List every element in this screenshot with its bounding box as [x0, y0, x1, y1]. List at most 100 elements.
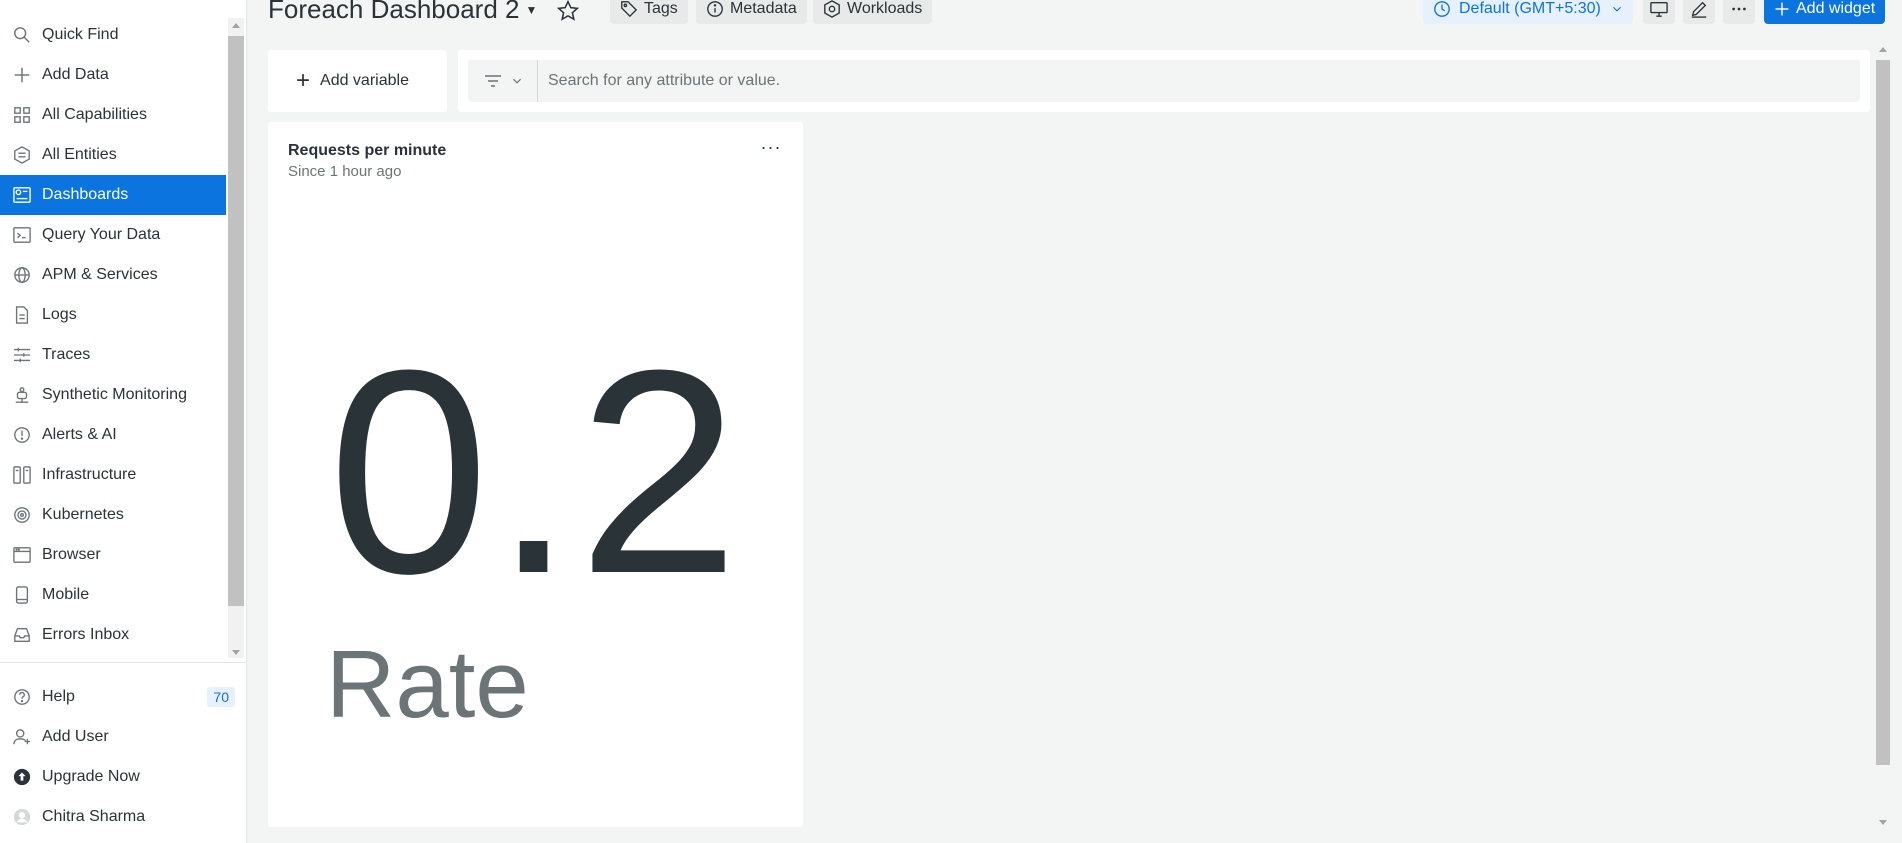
sidebar-item-label: All Entities	[42, 146, 117, 163]
sidebar-item-help[interactable]: Help 70	[0, 677, 247, 717]
billboard-value: 0.2	[328, 310, 744, 634]
sidebar-item-label: Dashboards	[42, 186, 129, 203]
sidebar-item-label: Infrastructure	[42, 466, 137, 483]
sidebar-item-label: Kubernetes	[42, 506, 124, 523]
sidebar-item-errors-inbox[interactable]: Errors Inbox	[0, 615, 226, 655]
sidebar-item-label: Help	[42, 688, 75, 705]
alert-icon	[12, 425, 32, 445]
filter-dropdown-button[interactable]	[468, 60, 538, 102]
workloads-button[interactable]: Workloads	[813, 0, 933, 24]
add-widget-button[interactable]: Add widget	[1764, 0, 1886, 24]
scroll-up-arrow-icon[interactable]	[1879, 47, 1887, 52]
sidebar-item-synthetic-monitoring[interactable]: Synthetic Monitoring	[0, 375, 226, 415]
search-input[interactable]	[538, 72, 1838, 90]
more-icon	[1732, 7, 1746, 11]
billboard-widget: Requests per minute Since 1 hour ago ···…	[268, 122, 803, 827]
tags-button[interactable]: Tags	[610, 0, 688, 24]
server-icon	[12, 465, 32, 485]
scroll-down-arrow-icon[interactable]	[1879, 820, 1887, 825]
traces-icon	[12, 345, 32, 365]
sidebar-item-label: Logs	[42, 306, 77, 323]
sidebar-item-label: Mobile	[42, 586, 90, 603]
monitor-icon	[1650, 2, 1668, 17]
sidebar-item-label: APM & Services	[42, 266, 158, 283]
sidebar-item-label: Add Data	[42, 66, 109, 83]
sidebar-item-add-user[interactable]: Add User	[0, 717, 247, 757]
scrollbar-thumb[interactable]	[1876, 60, 1890, 765]
widget-subtitle: Since 1 hour ago	[288, 163, 402, 180]
dashboard-icon	[12, 185, 32, 205]
sidebar-item-logs[interactable]: Logs	[0, 295, 226, 335]
widget-title: Requests per minute	[288, 142, 447, 159]
workloads-label: Workloads	[847, 0, 923, 17]
sidebar-item-browser[interactable]: Browser	[0, 535, 226, 575]
more-options-button[interactable]	[1723, 0, 1755, 24]
sidebar-item-user[interactable]: Chitra Sharma	[0, 797, 247, 837]
widget-menu-button[interactable]: ···	[758, 138, 784, 160]
document-icon	[12, 305, 32, 325]
sidebar-item-add-data[interactable]: Add Data	[0, 55, 226, 95]
sidebar-divider	[0, 662, 247, 663]
sidebar-item-all-capabilities[interactable]: All Capabilities	[0, 95, 226, 135]
metadata-label: Metadata	[730, 0, 797, 17]
sidebar-item-label: Upgrade Now	[42, 768, 140, 785]
favorite-star-icon[interactable]	[556, 0, 580, 27]
sidebar-scrollbar[interactable]	[228, 18, 244, 658]
filter-bar	[458, 50, 1870, 112]
sidebar-item-infrastructure[interactable]: Infrastructure	[0, 455, 226, 495]
add-variable-button[interactable]: + Add variable	[268, 50, 447, 112]
chevron-down-icon	[1612, 6, 1621, 12]
upgrade-icon	[12, 767, 32, 787]
sidebar-item-label: Query Your Data	[42, 226, 161, 243]
sidebar-bottom: Help 70 Add User Upgrade Now Chitra Shar…	[0, 677, 247, 837]
sidebar-item-label: Alerts & AI	[42, 426, 117, 443]
sidebar-item-traces[interactable]: Traces	[0, 335, 226, 375]
scroll-up-arrow-icon[interactable]	[232, 23, 240, 28]
workloads-icon	[824, 0, 840, 18]
globe-icon	[12, 265, 32, 285]
filter-bar-inner	[468, 60, 1860, 102]
timezone-label: Default (GMT+5:30)	[1459, 0, 1601, 17]
scrollbar-thumb[interactable]	[228, 36, 244, 606]
help-count-badge: 70	[207, 687, 235, 707]
sidebar-item-label: Browser	[42, 546, 101, 563]
avatar	[12, 807, 32, 827]
entities-icon	[12, 145, 32, 165]
sidebar-item-mobile[interactable]: Mobile	[0, 575, 226, 615]
main-scrollbar[interactable]	[1874, 42, 1892, 825]
sidebar-item-kubernetes[interactable]: Kubernetes	[0, 495, 226, 535]
sidebar-item-dashboards[interactable]: Dashboards	[0, 175, 226, 215]
kubernetes-icon	[12, 505, 32, 525]
add-user-icon	[12, 727, 32, 747]
robot-icon	[12, 385, 32, 405]
dashboard-title[interactable]: Foreach Dashboard 2 ▼	[268, 0, 537, 25]
sidebar-item-query-your-data[interactable]: Query Your Data	[0, 215, 226, 255]
timezone-picker[interactable]: Default (GMT+5:30)	[1423, 0, 1633, 24]
tv-mode-button[interactable]	[1643, 0, 1675, 24]
sidebar-item-upgrade-now[interactable]: Upgrade Now	[0, 757, 247, 797]
browser-icon	[12, 545, 32, 565]
sidebar-item-label: Chitra Sharma	[42, 808, 146, 825]
page-title: Foreach Dashboard 2	[268, 0, 520, 24]
pencil-icon	[1691, 1, 1707, 18]
metadata-button[interactable]: Metadata	[696, 0, 807, 24]
sidebar-item-apm-services[interactable]: APM & Services	[0, 255, 226, 295]
info-icon	[707, 1, 723, 17]
sidebar-item-alerts-ai[interactable]: Alerts & AI	[0, 415, 226, 455]
plus-icon: +	[296, 67, 311, 94]
billboard-unit-label: Rate	[326, 631, 529, 738]
scroll-down-arrow-icon[interactable]	[232, 650, 240, 655]
edit-button[interactable]	[1683, 0, 1715, 24]
sidebar-item-all-entities[interactable]: All Entities	[0, 135, 226, 175]
nav-list: Quick Find Add Data All Capabilities All…	[0, 15, 226, 655]
clock-icon	[1434, 1, 1450, 17]
sidebar-item-quick-find[interactable]: Quick Find	[0, 15, 226, 55]
filter-icon	[484, 75, 501, 87]
plus-icon	[12, 65, 32, 85]
tag-icon	[621, 1, 638, 18]
sidebar-item-label: Quick Find	[42, 26, 119, 43]
chevron-down-icon	[512, 78, 521, 84]
sidebar-item-label: Synthetic Monitoring	[42, 386, 187, 403]
sidebar-item-label: Add User	[42, 728, 109, 745]
grid-icon	[12, 105, 32, 125]
